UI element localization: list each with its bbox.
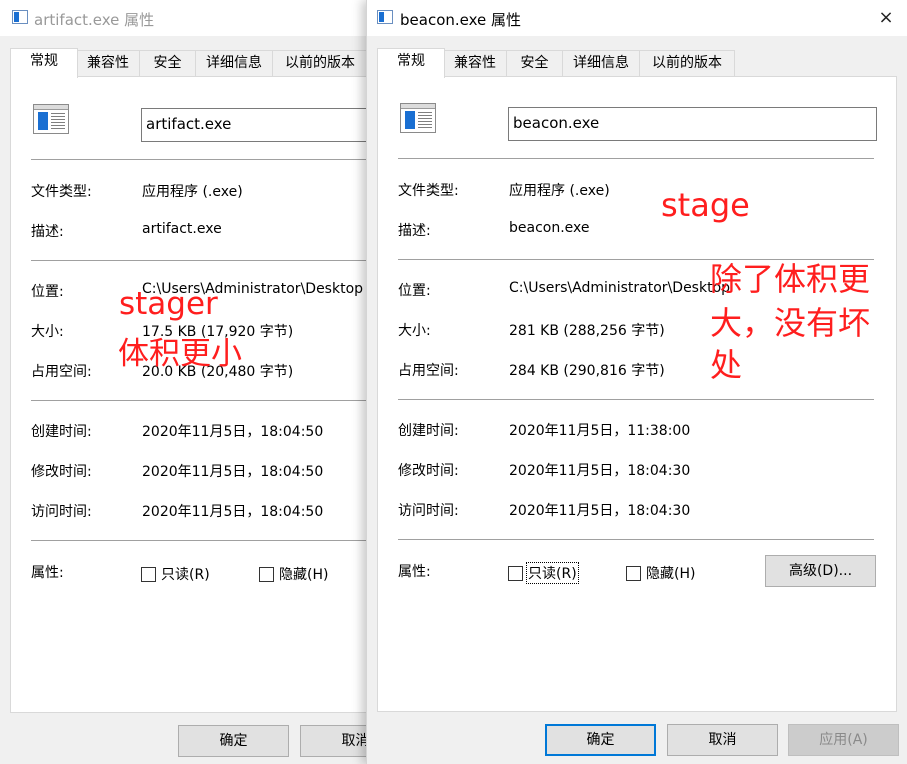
window-icon xyxy=(377,10,393,24)
modified-label: 修改时间: xyxy=(398,463,459,479)
file-type-value: 应用程序 (.exe) xyxy=(509,183,610,199)
annotation-stage: stage xyxy=(661,186,750,224)
attributes-label: 属性: xyxy=(31,565,64,581)
size-label: 大小: xyxy=(398,323,431,339)
readonly-checkbox[interactable]: 只读(R) xyxy=(141,565,211,583)
hidden-label: 隐藏(H) xyxy=(279,567,329,583)
separator xyxy=(31,540,366,541)
tab-previous-versions[interactable]: 以前的版本 xyxy=(272,50,366,76)
annotation-stager: stager xyxy=(119,286,218,322)
separator xyxy=(31,159,366,160)
checkbox-box[interactable] xyxy=(508,565,523,581)
general-panel xyxy=(10,76,366,713)
tab-details[interactable]: 详细信息 xyxy=(562,50,640,76)
file-name-field[interactable]: artifact.exe xyxy=(141,108,366,142)
description-value: artifact.exe xyxy=(142,221,222,237)
location-value: C:\Users\Administrator\Desktop xyxy=(509,280,731,296)
size-on-disk-value: 284 KB (290,816 字节) xyxy=(509,363,665,379)
readonly-checkbox[interactable]: 只读(R) xyxy=(508,562,579,584)
attributes-label: 属性: xyxy=(398,564,431,580)
accessed-value: 2020年11月5日，18:04:50 xyxy=(142,504,324,520)
size-label: 大小: xyxy=(31,324,64,340)
tab-general[interactable]: 常规 xyxy=(377,48,445,78)
modified-value: 2020年11月5日，18:04:50 xyxy=(142,464,324,480)
annotation-stager-note: 体积更小 xyxy=(118,336,242,372)
description-value: beacon.exe xyxy=(509,220,590,236)
checkbox-box[interactable] xyxy=(141,566,156,582)
modified-value: 2020年11月5日，18:04:30 xyxy=(509,463,691,479)
created-label: 创建时间: xyxy=(31,424,92,440)
title-bar: beacon.exe 属性 × xyxy=(367,0,907,36)
tab-strip: 常规 兼容性 安全 详细信息 以前的版本 xyxy=(10,48,366,78)
tab-security[interactable]: 安全 xyxy=(139,50,196,76)
separator xyxy=(398,399,874,400)
separator xyxy=(398,158,874,159)
readonly-label: 只读(R) xyxy=(526,562,579,584)
description-label: 描述: xyxy=(398,223,431,239)
annotation-stage-note-2: 大，没有坏 xyxy=(710,304,871,342)
cancel-button[interactable]: 取消 xyxy=(300,725,366,757)
separator xyxy=(398,539,874,540)
tab-security[interactable]: 安全 xyxy=(506,50,563,76)
tab-general[interactable]: 常规 xyxy=(10,48,78,78)
file-type-label: 文件类型: xyxy=(31,184,92,200)
exe-file-icon xyxy=(400,103,436,133)
hidden-checkbox[interactable]: 隐藏(H) xyxy=(259,565,329,583)
advanced-button[interactable]: 高级(D)... xyxy=(765,555,876,587)
created-value: 2020年11月5日，11:38:00 xyxy=(509,423,691,439)
separator xyxy=(31,260,366,261)
modified-label: 修改时间: xyxy=(31,464,92,480)
file-type-value: 应用程序 (.exe) xyxy=(142,184,243,200)
accessed-label: 访问时间: xyxy=(31,504,92,520)
tab-compatibility[interactable]: 兼容性 xyxy=(443,50,507,76)
title-bar: artifact.exe 属性 xyxy=(0,0,366,36)
checkbox-box[interactable] xyxy=(626,565,641,581)
general-panel xyxy=(377,76,897,712)
hidden-label: 隐藏(H) xyxy=(646,566,696,582)
accessed-value: 2020年11月5日，18:04:30 xyxy=(509,503,691,519)
window-title: beacon.exe 属性 xyxy=(400,11,522,29)
created-label: 创建时间: xyxy=(398,423,459,439)
file-name-field[interactable]: beacon.exe xyxy=(508,107,877,141)
tab-details[interactable]: 详细信息 xyxy=(195,50,273,76)
description-label: 描述: xyxy=(31,224,64,240)
annotation-stage-note-1: 除了体积更 xyxy=(710,260,871,298)
size-value: 281 KB (288,256 字节) xyxy=(509,323,665,339)
size-on-disk-label: 占用空间: xyxy=(398,363,459,379)
cancel-button[interactable]: 取消 xyxy=(667,724,778,756)
close-icon[interactable]: × xyxy=(875,8,897,28)
tab-previous-versions[interactable]: 以前的版本 xyxy=(639,50,735,76)
window-icon xyxy=(12,10,28,24)
apply-button[interactable]: 应用(A) xyxy=(788,724,899,756)
file-type-label: 文件类型: xyxy=(398,183,459,199)
size-on-disk-label: 占用空间: xyxy=(31,364,92,380)
separator xyxy=(31,400,366,401)
annotation-stage-note-3: 处 xyxy=(710,346,743,384)
hidden-checkbox[interactable]: 隐藏(H) xyxy=(626,564,696,582)
window-title: artifact.exe 属性 xyxy=(34,11,155,29)
tab-compatibility[interactable]: 兼容性 xyxy=(76,50,140,76)
checkbox-box[interactable] xyxy=(259,566,274,582)
created-value: 2020年11月5日，18:04:50 xyxy=(142,424,324,440)
location-label: 位置: xyxy=(31,284,64,300)
exe-file-icon xyxy=(33,104,69,134)
artifact-properties-window: artifact.exe 属性 常规 兼容性 安全 详细信息 以前的版本 art… xyxy=(0,0,366,764)
readonly-label: 只读(R) xyxy=(161,567,210,583)
ok-button[interactable]: 确定 xyxy=(178,725,289,757)
accessed-label: 访问时间: xyxy=(398,503,459,519)
tab-strip: 常规 兼容性 安全 详细信息 以前的版本 xyxy=(377,48,737,78)
beacon-properties-window: beacon.exe 属性 × 常规 兼容性 安全 详细信息 以前的版本 bea… xyxy=(366,0,907,764)
ok-button[interactable]: 确定 xyxy=(545,724,656,756)
location-label: 位置: xyxy=(398,283,431,299)
